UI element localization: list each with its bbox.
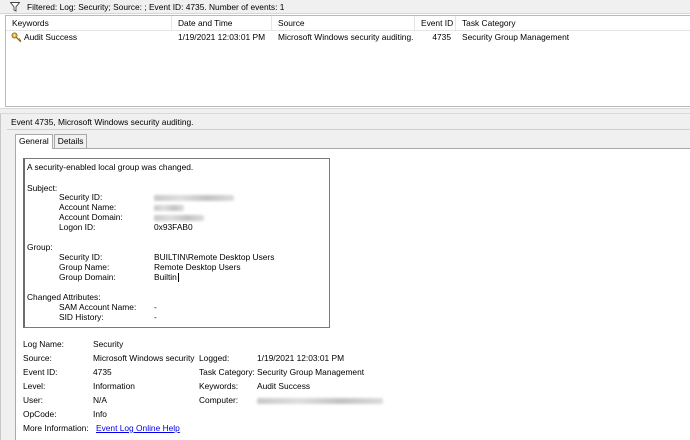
group-domain-value-wrap: Builtin bbox=[154, 272, 179, 283]
detail-tabs: General Details bbox=[15, 134, 88, 149]
filter-summary: Filtered: Log: Security; Source: ; Event… bbox=[27, 1, 285, 12]
opcode-value: Info bbox=[93, 409, 107, 419]
cell-date-time: 1/19/2021 12:03:01 PM bbox=[178, 32, 266, 42]
group-security-id-label: Security ID: bbox=[59, 252, 103, 262]
source-label: Source: bbox=[23, 353, 52, 363]
subject-security-id-value bbox=[154, 192, 234, 202]
computer-value bbox=[257, 395, 383, 405]
logged-label: Logged: bbox=[199, 353, 230, 363]
level-value: Information bbox=[93, 381, 135, 391]
event-log-online-help-link[interactable]: Event Log Online Help bbox=[96, 423, 180, 433]
subject-account-domain-value bbox=[154, 212, 204, 222]
detail-title: Event 4735, Microsoft Windows security a… bbox=[11, 117, 194, 127]
message-summary: A security-enabled local group was chang… bbox=[27, 162, 194, 172]
subject-logon-id-label: Logon ID: bbox=[59, 222, 96, 232]
group-domain-label: Group Domain: bbox=[59, 272, 116, 282]
sid-history-value: - bbox=[154, 312, 157, 322]
table-row[interactable]: Audit Success 1/19/2021 12:03:01 PM Micr… bbox=[6, 31, 690, 44]
funnel-icon bbox=[9, 1, 21, 13]
subject-header: Subject: bbox=[27, 183, 58, 193]
redacted-value bbox=[154, 214, 204, 221]
changed-attributes-header: Changed Attributes: bbox=[27, 292, 101, 302]
subject-security-id-label: Security ID: bbox=[59, 192, 103, 202]
column-header-date-time[interactable]: Date and Time bbox=[172, 16, 272, 31]
level-label: Level: bbox=[23, 381, 46, 391]
event-id-value: 4735 bbox=[93, 367, 112, 377]
event-detail-pane: Event 4735, Microsoft Windows security a… bbox=[0, 114, 690, 440]
logged-value: 1/19/2021 12:03:01 PM bbox=[257, 353, 345, 363]
sam-account-name-label: SAM Account Name: bbox=[59, 302, 137, 312]
group-domain-value: Builtin bbox=[154, 272, 177, 282]
computer-label: Computer: bbox=[199, 395, 239, 405]
column-header-task-category[interactable]: Task Category bbox=[456, 16, 690, 31]
source-value: Microsoft Windows security bbox=[93, 353, 195, 363]
keywords-label: Keywords: bbox=[199, 381, 239, 391]
event-message-box[interactable]: A security-enabled local group was chang… bbox=[23, 158, 330, 328]
group-header: Group: bbox=[27, 242, 53, 252]
cell-task-category: Security Group Management bbox=[462, 32, 570, 42]
group-name-label: Group Name: bbox=[59, 262, 110, 272]
event-id-label: Event ID: bbox=[23, 367, 58, 377]
column-header-event-id[interactable]: Event ID bbox=[415, 16, 456, 31]
event-list-header: Keywords Date and Time Source Event ID T… bbox=[6, 16, 690, 31]
general-tab-panel: A security-enabled local group was chang… bbox=[15, 148, 690, 440]
log-name-label: Log Name: bbox=[23, 339, 64, 349]
keywords-value: Audit Success bbox=[257, 381, 311, 391]
subject-account-name-value bbox=[154, 202, 184, 212]
subject-logon-id-value: 0x93FAB0 bbox=[154, 222, 193, 232]
tab-details[interactable]: Details bbox=[53, 134, 88, 148]
event-list[interactable]: Keywords Date and Time Source Event ID T… bbox=[5, 15, 690, 107]
filter-bar: Filtered: Log: Security; Source: ; Event… bbox=[0, 0, 690, 14]
redacted-value bbox=[257, 397, 383, 404]
cell-event-id: 4735 bbox=[432, 32, 451, 42]
sam-account-name-value: - bbox=[154, 302, 157, 312]
subject-account-domain-label: Account Domain: bbox=[59, 212, 123, 222]
column-header-source[interactable]: Source bbox=[272, 16, 415, 31]
user-label: User: bbox=[23, 395, 44, 405]
sid-history-label: SID History: bbox=[59, 312, 104, 322]
opcode-label: OpCode: bbox=[23, 409, 57, 419]
subject-account-name-label: Account Name: bbox=[59, 202, 117, 212]
cell-keywords: Audit Success bbox=[24, 32, 78, 42]
text-cursor bbox=[177, 273, 179, 283]
cell-source: Microsoft Windows security auditing. bbox=[278, 32, 414, 42]
group-security-id-value: BUILTIN\Remote Desktop Users bbox=[154, 252, 275, 262]
log-name-value: Security bbox=[93, 339, 124, 349]
more-information-label: More Information: bbox=[23, 423, 89, 433]
task-category-value: Security Group Management bbox=[257, 367, 365, 377]
task-category-label: Task Category: bbox=[199, 367, 255, 377]
column-header-keywords[interactable]: Keywords bbox=[6, 16, 172, 31]
user-value: N/A bbox=[93, 395, 107, 405]
group-name-value: Remote Desktop Users bbox=[154, 262, 241, 272]
detail-divider bbox=[7, 129, 690, 130]
redacted-value bbox=[154, 204, 184, 211]
tab-general[interactable]: General bbox=[15, 134, 53, 149]
redacted-value bbox=[154, 194, 234, 201]
